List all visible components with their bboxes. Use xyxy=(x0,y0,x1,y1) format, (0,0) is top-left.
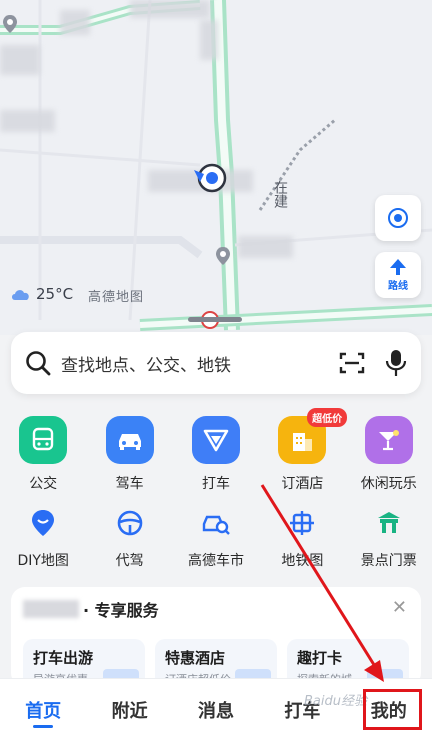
blurred-label xyxy=(0,110,55,132)
blurred-label xyxy=(130,0,210,18)
taxi-icon xyxy=(191,416,240,464)
active-tab-indicator xyxy=(33,725,53,728)
shortcut-attraction-tickets[interactable]: 景点门票 xyxy=(346,505,432,570)
route-button-label: 路线 xyxy=(388,281,408,292)
shortcut-subway-map[interactable]: 地铁图 xyxy=(259,505,345,570)
tab-label: 消息 xyxy=(197,701,234,722)
shortcut-label: 公交 xyxy=(29,476,58,492)
street-label: 在建 xyxy=(272,180,288,208)
service-title: 特惠酒店 xyxy=(165,649,226,667)
close-icon[interactable]: ✕ xyxy=(392,597,407,618)
exclusive-services-card: · 专享服务 ✕ 打车出游 导游享优惠 特惠酒店 订酒店超低价 趣打卡 探索新的… xyxy=(11,587,421,687)
tab-home[interactable]: 首页 xyxy=(0,679,86,728)
blurred-label xyxy=(238,236,293,258)
search-input[interactable]: 查找地点、公交、地铁 xyxy=(61,351,339,376)
shortcut-label: 订酒店 xyxy=(281,476,324,492)
shortcut-label: 地铁图 xyxy=(281,553,324,569)
weather-widget[interactable]: 25°C xyxy=(10,285,73,303)
cloud-icon xyxy=(12,290,29,300)
car-search-icon xyxy=(198,505,234,541)
shortcut-label: DIY地图 xyxy=(17,553,69,569)
shortcut-diy-map[interactable]: DIY地图 xyxy=(0,505,86,570)
shortcut-taxi[interactable]: 打车 xyxy=(173,416,259,493)
card-title: · 专享服务 xyxy=(83,601,159,620)
blurred-label xyxy=(200,20,218,60)
steering-wheel-icon xyxy=(112,505,148,541)
gate-icon xyxy=(371,505,407,541)
shortcut-row-secondary: DIY地图 代驾 高德车市 地铁图 景点门票 xyxy=(0,505,432,570)
shortcut-drive[interactable]: 驾车 xyxy=(86,416,172,493)
tab-label: 首页 xyxy=(25,701,62,722)
shortcut-label: 休闲玩乐 xyxy=(360,476,417,492)
shortcut-row-primary: 公交 驾车 打车 超低价 订酒店 休闲玩乐 xyxy=(0,408,432,493)
shortcut-label: 高德车市 xyxy=(187,553,244,569)
subway-icon xyxy=(284,505,320,541)
sheet-drag-handle[interactable] xyxy=(188,317,242,322)
shortcut-designated-driver[interactable]: 代驾 xyxy=(86,505,172,570)
tab-nearby[interactable]: 附近 xyxy=(86,679,172,723)
search-icon xyxy=(26,351,51,376)
tab-label: 附近 xyxy=(111,701,148,722)
bus-icon xyxy=(19,416,68,464)
current-location-icon xyxy=(194,163,227,193)
cocktail-icon xyxy=(364,416,413,464)
card-header: · 专享服务 xyxy=(23,597,159,621)
poi-pin-icon[interactable] xyxy=(215,246,231,266)
route-button[interactable]: 路线 xyxy=(375,252,421,298)
blurred-label xyxy=(60,10,90,35)
route-arrow-icon xyxy=(390,259,406,275)
weather-temperature: 25°C xyxy=(36,285,74,303)
tab-messages[interactable]: 消息 xyxy=(173,679,259,723)
map-pin-icon xyxy=(25,505,61,541)
target-icon xyxy=(388,208,408,228)
microphone-icon[interactable] xyxy=(385,349,407,377)
shortcut-hotel[interactable]: 超低价 订酒店 xyxy=(259,408,348,493)
brand-logo-text: 高德地图 xyxy=(88,290,145,305)
hotel-promo-badge: 超低价 xyxy=(307,408,348,427)
blurred-label xyxy=(0,45,40,75)
search-bar[interactable]: 查找地点、公交、地铁 xyxy=(11,332,421,394)
blurred-username xyxy=(23,600,79,618)
shortcut-label: 景点门票 xyxy=(360,553,417,569)
service-title: 打车出游 xyxy=(33,649,94,667)
shortcut-leisure[interactable]: 休闲玩乐 xyxy=(346,416,432,493)
service-title: 趣打卡 xyxy=(297,649,343,667)
car-icon xyxy=(105,416,154,464)
scan-icon[interactable] xyxy=(339,351,365,375)
shortcut-label: 驾车 xyxy=(115,476,144,492)
shortcut-bus[interactable]: 公交 xyxy=(0,416,86,493)
poi-pin-icon[interactable] xyxy=(2,14,18,34)
watermark: Baidu经验 xyxy=(304,694,367,709)
map-view[interactable]: 在建 25°C 高德地图 路线 xyxy=(0,0,432,335)
locate-me-button[interactable] xyxy=(375,195,421,241)
shortcut-label: 打车 xyxy=(201,476,230,492)
shortcut-label: 代驾 xyxy=(115,553,144,569)
shortcut-car-market[interactable]: 高德车市 xyxy=(173,505,259,570)
annotation-highlight-box xyxy=(363,689,422,730)
